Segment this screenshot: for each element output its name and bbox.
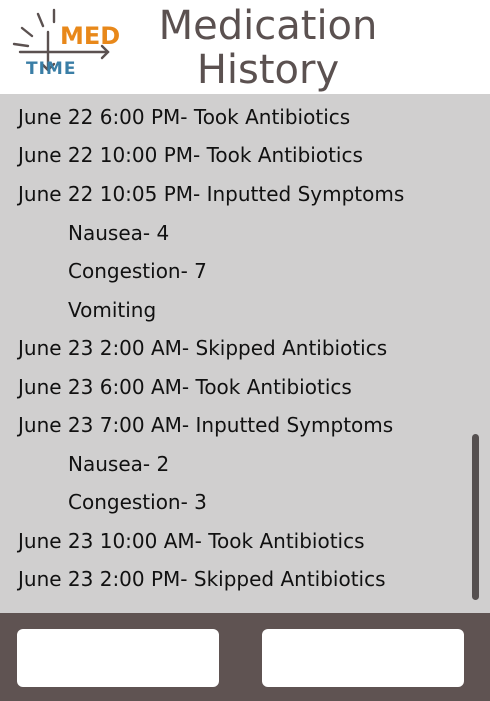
history-item: June 22 10:00 PM- Took Antibiotics — [18, 143, 363, 167]
medication-history-list[interactable]: June 22 6:00 PM- Took Antibiotics June 22… — [0, 94, 490, 613]
scrollbar[interactable] — [472, 434, 479, 600]
history-item: June 23 2:00 PM- Skipped Antibiotics — [18, 567, 386, 591]
history-item: June 23 10:00 AM- Took Antibiotics — [18, 529, 365, 553]
page-title-line1: Medication — [158, 3, 378, 49]
history-item: June 22 6:00 PM- Took Antibiotics — [18, 105, 351, 129]
logo-time-text: TIME — [26, 59, 76, 79]
med-time-logo: MED TIME — [12, 8, 120, 79]
history-item: June 23 7:00 AM- Inputted Symptoms — [18, 413, 394, 437]
symptom-item: Nausea- 4 — [68, 221, 170, 245]
footer-right-button[interactable] — [262, 629, 464, 687]
page-title-line2: History — [196, 47, 340, 93]
history-item: June 23 6:00 AM- Took Antibiotics — [18, 375, 352, 399]
page-title: Medication History — [128, 4, 408, 92]
symptom-item: Congestion- 3 — [68, 490, 207, 514]
symptom-item: Vomiting — [68, 298, 157, 322]
symptom-item: Nausea- 2 — [68, 452, 170, 476]
history-item: June 23 2:00 AM- Skipped Antibiotics — [18, 336, 388, 360]
app-header: MED TIME Medication History — [0, 0, 490, 94]
symptom-item: Congestion- 7 — [68, 259, 207, 283]
history-item: June 22 10:05 PM- Inputted Symptoms — [18, 182, 405, 206]
logo-med-text: MED — [60, 22, 120, 50]
footer-left-button[interactable] — [17, 629, 219, 687]
